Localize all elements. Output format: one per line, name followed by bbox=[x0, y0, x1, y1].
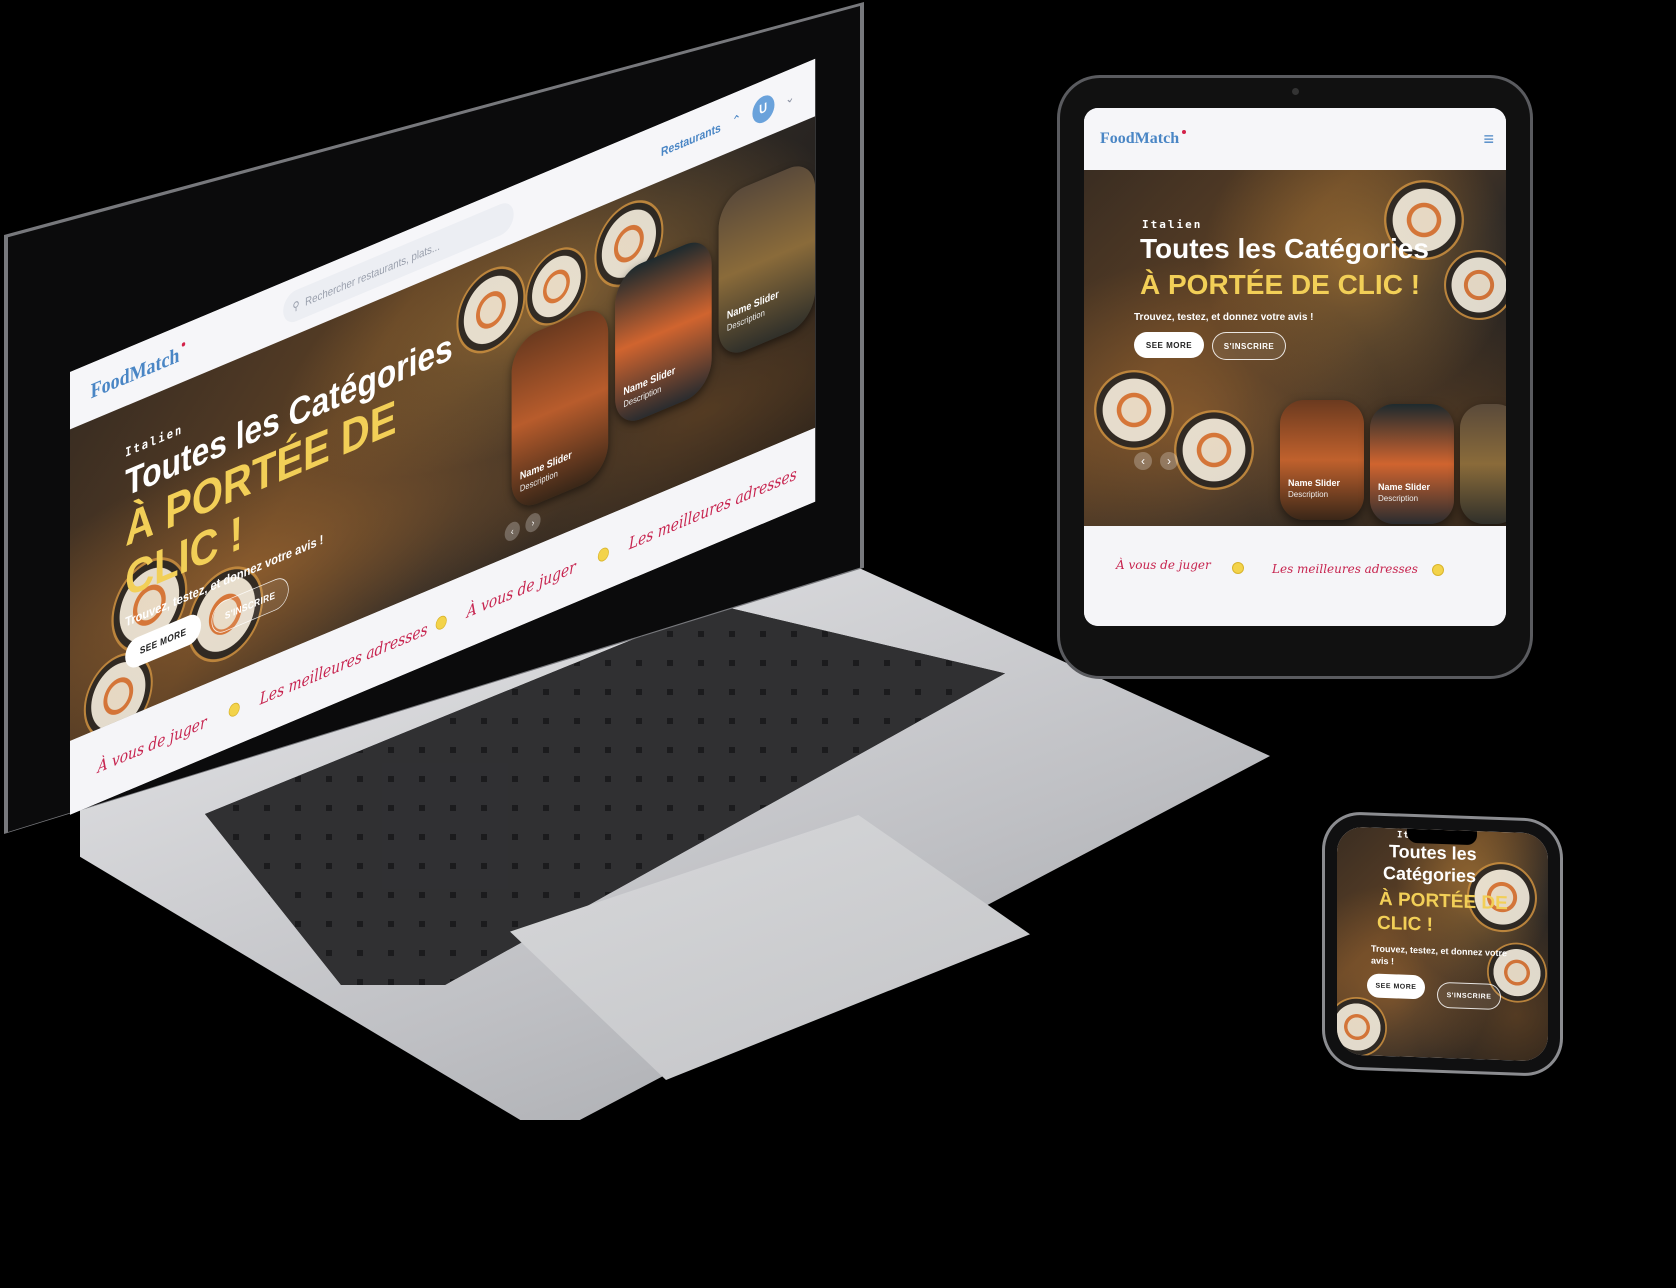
hero-tagline: Trouvez, testez, et donnez votre avis ! bbox=[1134, 312, 1314, 323]
hero-highlight-line2: CLIC ! bbox=[1377, 912, 1433, 936]
slider-card-description: Description bbox=[1288, 490, 1329, 499]
slider-card[interactable]: Name Slider Description bbox=[718, 157, 816, 362]
slider-card-name: Name Slider bbox=[1378, 482, 1431, 492]
hero-title-line2: Catégories bbox=[1383, 862, 1477, 887]
slider-card-name: Name Slider bbox=[1288, 478, 1341, 488]
slider-card-description: Description bbox=[1378, 494, 1419, 503]
slider-prev-button[interactable]: ‹ bbox=[1134, 452, 1152, 470]
smiley-icon bbox=[1432, 564, 1444, 576]
phone-notch bbox=[1407, 828, 1477, 846]
hero-tagline-line2: avis ! bbox=[1371, 955, 1395, 967]
hero-section: Italien Toutes les Catégories À PORTÉE D… bbox=[1337, 826, 1548, 1062]
brand-logo[interactable]: FoodMatch bbox=[1100, 130, 1187, 148]
smiley-icon bbox=[228, 700, 240, 719]
slider-card[interactable] bbox=[1460, 404, 1506, 524]
hero-highlight-line1: À PORTÉE DE bbox=[1379, 888, 1508, 915]
see-more-button[interactable]: SEE MORE bbox=[1367, 973, 1425, 1000]
search-icon: ⚲ bbox=[292, 297, 300, 314]
slider-card[interactable]: Name Slider Description bbox=[511, 301, 609, 515]
smiley-icon bbox=[597, 545, 609, 564]
slider-card[interactable]: Name Slider Description bbox=[1280, 400, 1364, 520]
marquee-text: Les meilleures adresses bbox=[1272, 562, 1418, 576]
slider-next-button[interactable]: › bbox=[1160, 452, 1178, 470]
see-more-button[interactable]: SEE MORE bbox=[1134, 332, 1204, 358]
menu-icon[interactable]: ≡ bbox=[1483, 129, 1494, 150]
signup-button[interactable]: S'INSCRIRE bbox=[1212, 332, 1286, 360]
signup-button[interactable]: S'INSCRIRE bbox=[1437, 981, 1501, 1011]
slider-next-button[interactable]: › bbox=[525, 510, 541, 535]
tablet-website: FoodMatch ≡ Italien Toutes les Catégorie… bbox=[1084, 108, 1506, 626]
avatar[interactable]: U bbox=[752, 91, 775, 128]
hero-title: Toutes les Catégories bbox=[1140, 233, 1429, 264]
smiley-icon bbox=[435, 613, 447, 632]
hero-highlight: À PORTÉE DE CLIC ! bbox=[1140, 269, 1421, 300]
slider-card[interactable]: Name Slider Description bbox=[1370, 404, 1454, 524]
hero-section: Italien Toutes les Catégories À PORTÉE D… bbox=[1084, 170, 1506, 526]
marquee-text: À vous de juger bbox=[1116, 558, 1211, 572]
smiley-icon bbox=[1232, 562, 1244, 574]
camera-icon bbox=[1292, 88, 1299, 95]
hero-subtitle: Italien bbox=[1142, 218, 1203, 231]
phone-website: Italien Toutes les Catégories À PORTÉE D… bbox=[1337, 826, 1548, 1062]
chevron-down-icon[interactable]: ⌃ bbox=[732, 110, 741, 130]
slider-prev-button[interactable]: ‹ bbox=[504, 519, 520, 544]
nav-restaurants-link[interactable]: Restaurants bbox=[661, 120, 721, 159]
phone-device: Italien Toutes les Catégories À PORTÉE D… bbox=[1325, 813, 1560, 1075]
marquee-band: À vous de juger Les meilleures adresses bbox=[1084, 526, 1506, 626]
tablet-device: FoodMatch ≡ Italien Toutes les Catégorie… bbox=[1060, 78, 1530, 676]
navbar: FoodMatch ≡ bbox=[1084, 108, 1506, 170]
brand-name: FoodMatch bbox=[1100, 130, 1180, 147]
hero-title-line1: Toutes les bbox=[1389, 841, 1477, 865]
avatar-chevron-icon[interactable]: ⌄ bbox=[785, 88, 794, 108]
